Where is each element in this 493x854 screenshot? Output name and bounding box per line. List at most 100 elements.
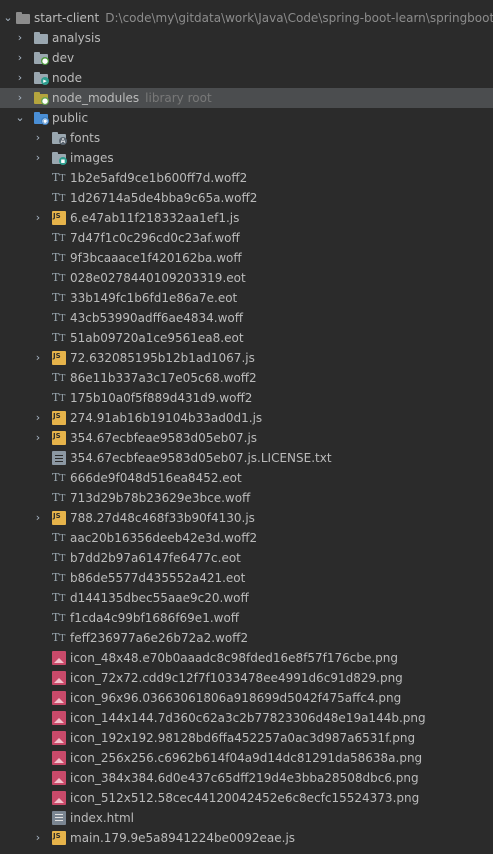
- library-root-hint: library root: [145, 91, 212, 105]
- chevron-right-icon[interactable]: ›: [14, 88, 26, 108]
- file-row[interactable]: TT 713d29b78b23629e3bce.woff: [0, 488, 493, 508]
- chevron-right-icon[interactable]: ›: [32, 208, 44, 228]
- chevron-right-icon[interactable]: ›: [32, 828, 44, 848]
- image-file-icon: [52, 711, 66, 725]
- folder-label-images: images: [70, 151, 114, 165]
- tree-row-public[interactable]: ⌄ ◉ public: [0, 108, 493, 128]
- folder-label-node: node: [52, 71, 82, 85]
- file-label: 86e11b337a3c17e05c68.woff2: [70, 371, 257, 385]
- tree-row-node-modules[interactable]: › ● node_modules library root: [0, 88, 493, 108]
- chevron-right-icon[interactable]: ›: [32, 348, 44, 368]
- tree-row-start-client[interactable]: ⌄ start-client D:\code\my\gitdata\work\Ja…: [0, 8, 493, 28]
- file-label: icon_48x48.e70b0aaadc8c98fded16e8f57f176…: [70, 651, 399, 665]
- file-row[interactable]: icon_384x384.6d0e437c65dff219d4e3bba2850…: [0, 768, 493, 788]
- chevron-right-icon[interactable]: ›: [32, 148, 44, 168]
- file-label: 666de9f048d516ea8452.eot: [70, 471, 242, 485]
- javascript-file-icon: [52, 831, 66, 845]
- clipped-row: [0, 0, 493, 7]
- file-label: icon_384x384.6d0e437c65dff219d4e3bba2850…: [70, 771, 419, 785]
- javascript-file-icon: [52, 351, 66, 365]
- file-label: f1cda4c99bf1686f69e1.woff: [70, 611, 240, 625]
- project-path: D:\code\my\gitdata\work\Java\Code\spring…: [105, 11, 493, 25]
- font-file-icon: TT: [52, 251, 66, 264]
- font-file-icon: TT: [52, 471, 66, 484]
- file-label: icon_256x256.c6962b614f04a9d14dc81291da5…: [70, 751, 423, 765]
- file-row[interactable]: TT 175b10a0f5f889d431d9.woff2: [0, 388, 493, 408]
- file-label: 33b149fc1b6fd1e86a7e.eot: [70, 291, 238, 305]
- font-file-icon: TT: [52, 591, 66, 604]
- file-label: icon_192x192.98128bd6ffa452257a0ac3d987a…: [70, 731, 416, 745]
- file-label: 7d47f1c0c296cd0c23af.woff: [70, 231, 240, 245]
- file-row[interactable]: icon_256x256.c6962b614f04a9d14dc81291da5…: [0, 748, 493, 768]
- file-label: b86de5577d435552a421.eot: [70, 571, 246, 585]
- file-label: 175b10a0f5f889d431d9.woff2: [70, 391, 253, 405]
- file-row[interactable]: TT 51ab09720a1ce9561ea8.eot: [0, 328, 493, 348]
- javascript-file-icon: [52, 211, 66, 225]
- file-row[interactable]: TT b7dd2b97a6147fe6477c.eot: [0, 548, 493, 568]
- folder-icon: ▪: [52, 151, 67, 165]
- tree-row-dev[interactable]: › ● dev: [0, 48, 493, 68]
- file-row[interactable]: 354.67ecbfeae9583d05eb07.js.LICENSE.txt: [0, 448, 493, 468]
- library-folder-icon: ●: [34, 91, 49, 105]
- chevron-right-icon[interactable]: ›: [32, 128, 44, 148]
- file-label: 028e0278440109203319.eot: [70, 271, 246, 285]
- file-row[interactable]: icon_72x72.cdd9c12f7f1033478ee4991d6c91d…: [0, 668, 493, 688]
- file-label: 51ab09720a1ce9561ea8.eot: [70, 331, 244, 345]
- file-row[interactable]: TT b86de5577d435552a421.eot: [0, 568, 493, 588]
- chevron-right-icon[interactable]: ›: [32, 408, 44, 428]
- file-row[interactable]: TT 1d26714a5de4bba9c65a.woff2: [0, 188, 493, 208]
- file-label: 1b2e5afd9ce1b600ff7d.woff2: [70, 171, 248, 185]
- chevron-right-icon[interactable]: ›: [14, 28, 26, 48]
- tree-row-node[interactable]: › ▸ node: [0, 68, 493, 88]
- file-row[interactable]: icon_144x144.7d360c62a3c2b77823306d48e19…: [0, 708, 493, 728]
- font-file-icon: TT: [52, 231, 66, 244]
- file-row[interactable]: TT 1b2e5afd9ce1b600ff7d.woff2: [0, 168, 493, 188]
- file-row[interactable]: TT 9f3bcaaace1f420162ba.woff: [0, 248, 493, 268]
- file-label: 788.27d48c468f33b90f4130.js: [70, 511, 255, 525]
- file-row[interactable]: › 788.27d48c468f33b90f4130.js: [0, 508, 493, 528]
- file-row[interactable]: icon_96x96.03663061806a918699d5042f475af…: [0, 688, 493, 708]
- file-row[interactable]: TT 43cb53990adff6ae4834.woff: [0, 308, 493, 328]
- file-row[interactable]: TT 666de9f048d516ea8452.eot: [0, 468, 493, 488]
- file-label: 43cb53990adff6ae4834.woff: [70, 311, 244, 325]
- project-name: start-client: [34, 11, 100, 25]
- file-row[interactable]: TT 028e0278440109203319.eot: [0, 268, 493, 288]
- file-row[interactable]: index.html: [0, 808, 493, 828]
- chevron-right-icon[interactable]: ›: [32, 428, 44, 448]
- file-row[interactable]: › 354.67ecbfeae9583d05eb07.js: [0, 428, 493, 448]
- file-row[interactable]: › 6.e47ab11f218332aa1ef1.js: [0, 208, 493, 228]
- chevron-right-icon[interactable]: ›: [14, 68, 26, 88]
- chevron-right-icon[interactable]: ›: [14, 48, 26, 68]
- folder-label-node-modules: node_modules: [52, 91, 140, 105]
- chevron-down-icon[interactable]: ⌄: [14, 108, 26, 128]
- file-label: 713d29b78b23629e3bce.woff: [70, 491, 251, 505]
- tree-row-images[interactable]: › ▪ images: [0, 148, 493, 168]
- tree-row-analysis[interactable]: › analysis: [0, 28, 493, 48]
- font-file-icon: TT: [52, 391, 66, 404]
- javascript-file-icon: [52, 411, 66, 425]
- image-file-icon: [52, 791, 66, 805]
- file-row[interactable]: › main.179.9e5a8941224be0092eae.js: [0, 828, 493, 848]
- file-row[interactable]: TT feff236977a6e26b72a2.woff2: [0, 628, 493, 648]
- project-tree[interactable]: ⌄ start-client D:\code\my\gitdata\work\Ja…: [0, 8, 493, 848]
- file-row[interactable]: › 274.91ab16b19104b33ad0d1.js: [0, 408, 493, 428]
- file-row[interactable]: icon_48x48.e70b0aaadc8c98fded16e8f57f176…: [0, 648, 493, 668]
- file-row[interactable]: icon_192x192.98128bd6ffa452257a0ac3d987a…: [0, 728, 493, 748]
- font-file-icon: TT: [52, 631, 66, 644]
- chevron-down-icon[interactable]: ⌄: [2, 8, 14, 28]
- chevron-right-icon[interactable]: ›: [32, 508, 44, 528]
- file-row[interactable]: › 72.632085195b12b1ad1067.js: [0, 348, 493, 368]
- tree-row-fonts[interactable]: › A fonts: [0, 128, 493, 148]
- file-row[interactable]: icon_512x512.58cec44120042452e6c8ecfc155…: [0, 788, 493, 808]
- file-row[interactable]: TT 7d47f1c0c296cd0c23af.woff: [0, 228, 493, 248]
- file-row[interactable]: TT 86e11b337a3c17e05c68.woff2: [0, 368, 493, 388]
- file-label: icon_96x96.03663061806a918699d5042f475af…: [70, 691, 402, 705]
- folder-icon: [34, 31, 48, 45]
- file-row[interactable]: TT f1cda4c99bf1686f69e1.woff: [0, 608, 493, 628]
- file-row[interactable]: TT 33b149fc1b6fd1e86a7e.eot: [0, 288, 493, 308]
- file-label: 354.67ecbfeae9583d05eb07.js: [70, 431, 258, 445]
- image-file-icon: [52, 691, 66, 705]
- folder-icon: A: [52, 131, 67, 145]
- file-row[interactable]: TT aac20b16356deeb42e3d.woff2: [0, 528, 493, 548]
- file-row[interactable]: TT d144135dbec55aae9c20.woff: [0, 588, 493, 608]
